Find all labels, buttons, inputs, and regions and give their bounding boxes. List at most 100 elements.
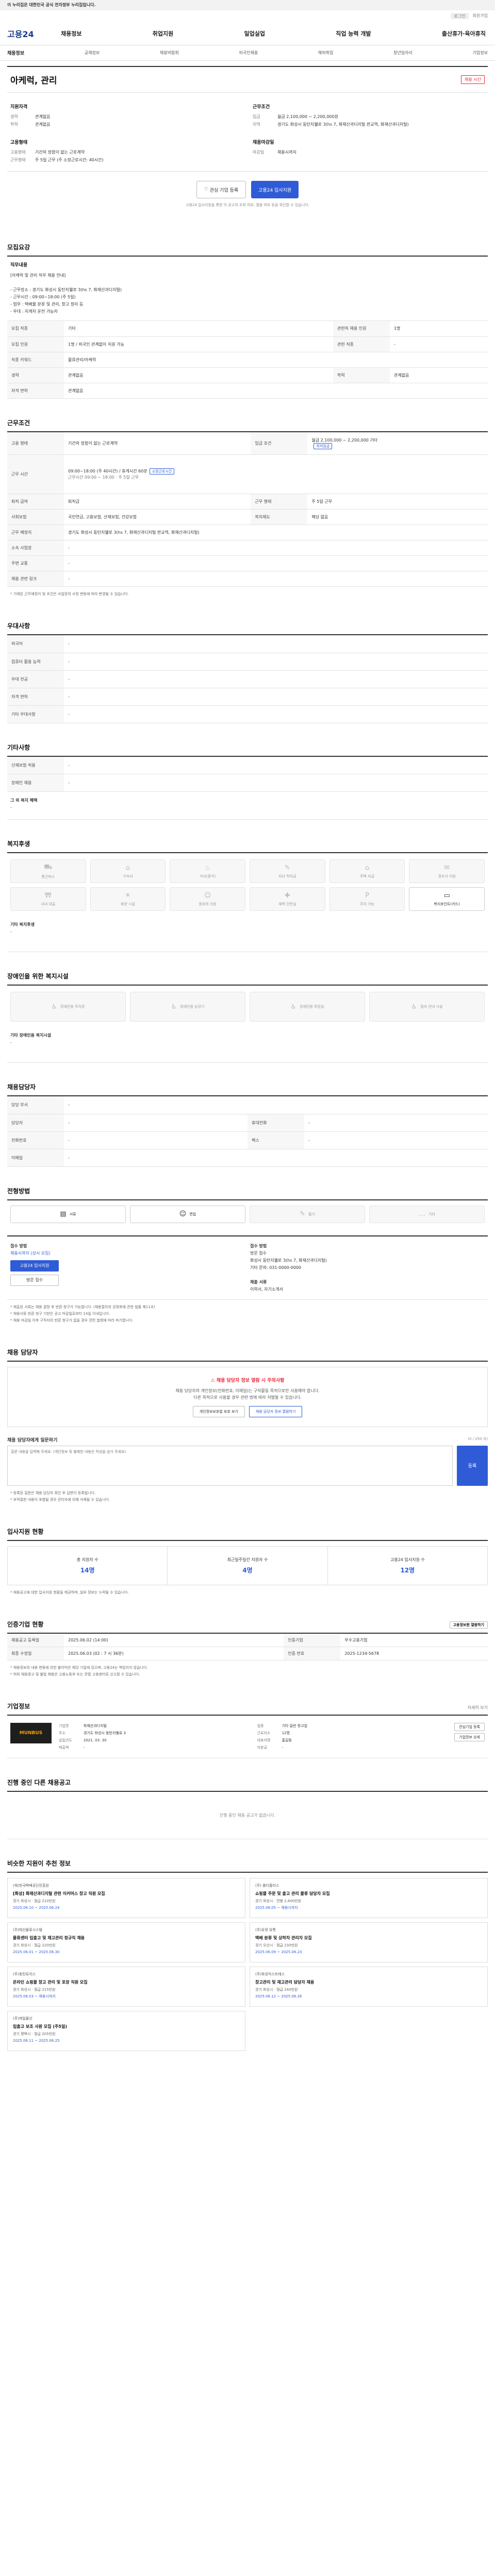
apply-button[interactable]: 고용24 입사지원 (251, 181, 299, 198)
method-icon: ☺ (179, 1210, 187, 1218)
gnb-item[interactable]: 출산휴가·육아휴직 (440, 29, 488, 38)
gnb-item[interactable]: 취업지원 (151, 29, 175, 38)
method-grid: ▤ 서류 ☺ 면접 ✎ 필기… 기타 (7, 1200, 488, 1228)
visit-apply-button[interactable]: 방문 접수 (10, 1274, 59, 1286)
gnb-item[interactable]: 직업 능력 개발 (334, 29, 373, 38)
job-title[interactable]: 창고관리 및 재고관리 담당자 채용 (255, 1979, 482, 1986)
recommend-card[interactable]: (주) 롤티플러스 쇼핑몰 주문 및 출고 관리 물류 담당자 모집 경기 화성시 … (250, 1878, 488, 1918)
privacy-law-button[interactable]: 개인정보보호법 보호 보기 (192, 1405, 245, 1417)
note-line: * 채용 마감일 이후 구직자의 반환 청구가 없을 경우 관련 법령에 따라 … (10, 1318, 134, 1323)
section-title: 모집요강 (7, 243, 488, 257)
cell-value: 해당 없음 (307, 509, 488, 525)
cell-label: 경력 (7, 367, 64, 383)
history-button[interactable]: 고용정보원 열람하기 (449, 1621, 488, 1629)
login-link[interactable]: 로그인 (451, 13, 469, 19)
req-title: 지원자격 (10, 105, 28, 110)
apply-now-button[interactable]: 고용24 입사지원 (10, 1260, 59, 1272)
section-title: 기타사항 (7, 743, 488, 757)
company-name: (주)유정 유통 (255, 1928, 276, 1932)
subnav-item[interactable]: 공채정보 (85, 50, 100, 56)
welfare-item: ✚ 체력 단련실 (250, 887, 325, 911)
job-date: 2025.06.01 ~ 2025.06.30 (13, 1950, 60, 1954)
job-title[interactable]: 택배 분류 및 상하차 관리자 모집 (255, 1935, 482, 1941)
job-date: 2025.06.05 ~ 채용시까지 (255, 1906, 298, 1910)
section-title: 전형방법 (7, 1187, 488, 1200)
question-input[interactable] (7, 1445, 453, 1486)
welfare-grid: ⛟ 통근버스 ⌂ 기숙사 ♨ 식사(중식) ✎ 자녀 학자금 ⌂ 주택 자금 ✉ 경조사 지원 ₩ 사내 … (7, 853, 488, 916)
job-title[interactable]: [화성] 화재산과디지털 관련 이커머스 창고 직원 모집 (13, 1890, 240, 1897)
cell-label: 자격 면허 (7, 383, 64, 399)
cell-value: - (64, 1096, 488, 1114)
question-form: 채용 담당자에게 질문하기(0 / 250 자) 등록 * 등록된 질문은 채용… (7, 1436, 488, 1507)
other-jobs-section: 진행 중인 다른 채용공고 진행 중인 채용 공고가 없습니다. (7, 1778, 488, 1839)
company-interest-button[interactable]: 관심기업 등록 (454, 1723, 485, 1731)
note-line: * 등록된 질문은 채용 담당자 확인 후 답변이 등록됩니다. (10, 1490, 96, 1495)
site-logo[interactable]: 고용24 (7, 27, 59, 40)
cell-value: - (64, 688, 488, 706)
recommend-card[interactable]: (주)제일물산 입출고 보조 사원 모집 (주5일) 경기 평택시 · 월급 205… (7, 2011, 245, 2051)
company-detail-button[interactable]: 기업정보 상세 (454, 1733, 485, 1741)
subnav-item[interactable]: 외국인채용 (239, 50, 258, 56)
job-title[interactable]: 쇼핑몰 주문 및 출고 관리 물류 담당자 모집 (255, 1890, 482, 1897)
recommend-card[interactable]: (주)화성익스프레스 창고관리 및 재고관리 담당자 채용 경기 화성시 · 월급 … (250, 1967, 488, 2007)
table-row: 근무 예정지 경기도 화성시 동탄지웰로 3(hs 7, 화재산과디지털 판교역,… (7, 524, 488, 540)
cell-value: 2025.06.02 (14:00) (64, 1633, 284, 1647)
subnav-item[interactable]: 기업정보 (473, 50, 488, 56)
sub-nav: 채용정보 공채정보 채용박람회 외국인채용 해외취업 청년일자리 기업정보 (0, 45, 495, 61)
job-title[interactable]: 온라인 쇼핑몰 창고 관리 및 포장 직원 모집 (13, 1979, 240, 1986)
welfare-item: ⌂ 기숙사 (90, 859, 166, 883)
stats-note: * 채용공고에 대한 입사지원 현황을 제공하며, 일부 정보는 누락될 수 있… (10, 1590, 129, 1595)
welfare-label: 통근버스 (41, 874, 55, 879)
welfare-label: 주차 가능 (359, 902, 374, 906)
kv-key: 근로자수 (257, 1731, 271, 1735)
warning-icon: ⚠ (210, 1378, 217, 1383)
method-label: 기타 (428, 1212, 435, 1216)
welfare-icon: P (365, 891, 369, 900)
gnb-item[interactable]: 일업실업 (242, 29, 267, 38)
interest-button[interactable]: ♡ 관심 기업 등록 (196, 181, 246, 198)
welfare-icon: ✎ (284, 863, 290, 872)
cell-label: 직종 키워드 (7, 352, 64, 368)
cell-value: 경기도 화성시 동탄지웰로 3(hs 7, 화재산과디지털 판교역, 화재산과디… (64, 524, 488, 540)
cell-value: 물류관리/아케럭 (64, 352, 488, 368)
recommend-card[interactable]: (주)동탄로지스 온라인 쇼핑몰 창고 관리 및 포장 직원 모집 경기 화성시 ·… (7, 1967, 245, 2007)
recommend-card[interactable]: (재)한국택배공단진흥원 [화성] 화재산과디지털 관련 이커머스 창고 직원 모… (7, 1878, 245, 1918)
cell-label: 자격 면허 (7, 688, 64, 706)
kv-value: 주 5일 근무 (주 소정근로시간: 40시간) (35, 158, 104, 162)
cell-value: - (64, 670, 488, 688)
cell-value: 주 5일 근무 (307, 494, 488, 510)
subnav-item[interactable]: 해외취업 (318, 50, 333, 56)
stat-item: 최근일주일간 지원자 수 4명 (168, 1546, 328, 1585)
welfare-label: 주택 자금 (359, 874, 374, 878)
welfare-icon: ✉ (444, 863, 450, 872)
job-title[interactable]: 물류센터 입출고 및 재고관리 정규직 채용 (13, 1935, 240, 1941)
subnav-item[interactable]: 채용박람회 (160, 50, 179, 56)
table-row: 자격 면허 관계없음 (7, 383, 488, 399)
cell-label: 소속 사업장 (7, 540, 64, 556)
history-notes: * 채용정보의 내용 변동에 의한 불이익은 해당 기업에 있으며, 고용24는… (7, 1660, 488, 1682)
stats-box: 총 지원자 수 14명 최근일주일간 지원자 수 4명 고용24 입사지원 수 12명 (7, 1546, 488, 1585)
job-content: 직무내용 [아케럭 및 관리 직무 채용 안내] - 근무장소 : 경기도 화성… (7, 257, 488, 321)
recommend-card[interactable]: (주)유정 유통 택배 분류 및 상하차 관리자 모집 경기 오산시 · 월급 23… (250, 1922, 488, 1962)
cell-label: 우대 전공 (7, 670, 64, 688)
subnav-item[interactable]: 채용정보 (7, 49, 24, 56)
job-title: 아케럭, 관리 (10, 76, 57, 86)
kv-value: - (282, 1745, 284, 1750)
company-name: (주)화성익스프레스 (255, 1972, 285, 1976)
view-contact-button[interactable]: 채용 담당자 정보 열람하기 (249, 1405, 303, 1417)
cell-label: 담당 부서 (7, 1096, 64, 1114)
gnb-item[interactable]: 채용정보 (59, 29, 84, 38)
cell-value: 관계없음 (389, 367, 488, 383)
table-row: 컴퓨터 활용 능력 - (7, 653, 488, 671)
welfare-item: P 주차 가능 (329, 887, 405, 911)
method-icon: … (419, 1210, 426, 1218)
join-link[interactable]: 회원가입 (473, 13, 488, 19)
job-title[interactable]: 입출고 보조 사원 모집 (주5일) (13, 2023, 240, 2030)
table-row: 모집 직종 기타 관련직 채용 인원 1명 (7, 321, 488, 337)
kv-key: 고용형태 (10, 150, 26, 155)
recommend-card[interactable]: (주)태산물류시스템 물류센터 입출고 및 재고관리 정규직 채용 경기 화성시 ·… (7, 1922, 245, 1962)
company-more-link[interactable]: 자세히 보기 (468, 1705, 488, 1710)
question-submit-button[interactable]: 등록 (457, 1445, 488, 1486)
subnav-item[interactable]: 청년일자리 (393, 50, 412, 56)
method-item: ▤ 서류 (10, 1205, 126, 1223)
